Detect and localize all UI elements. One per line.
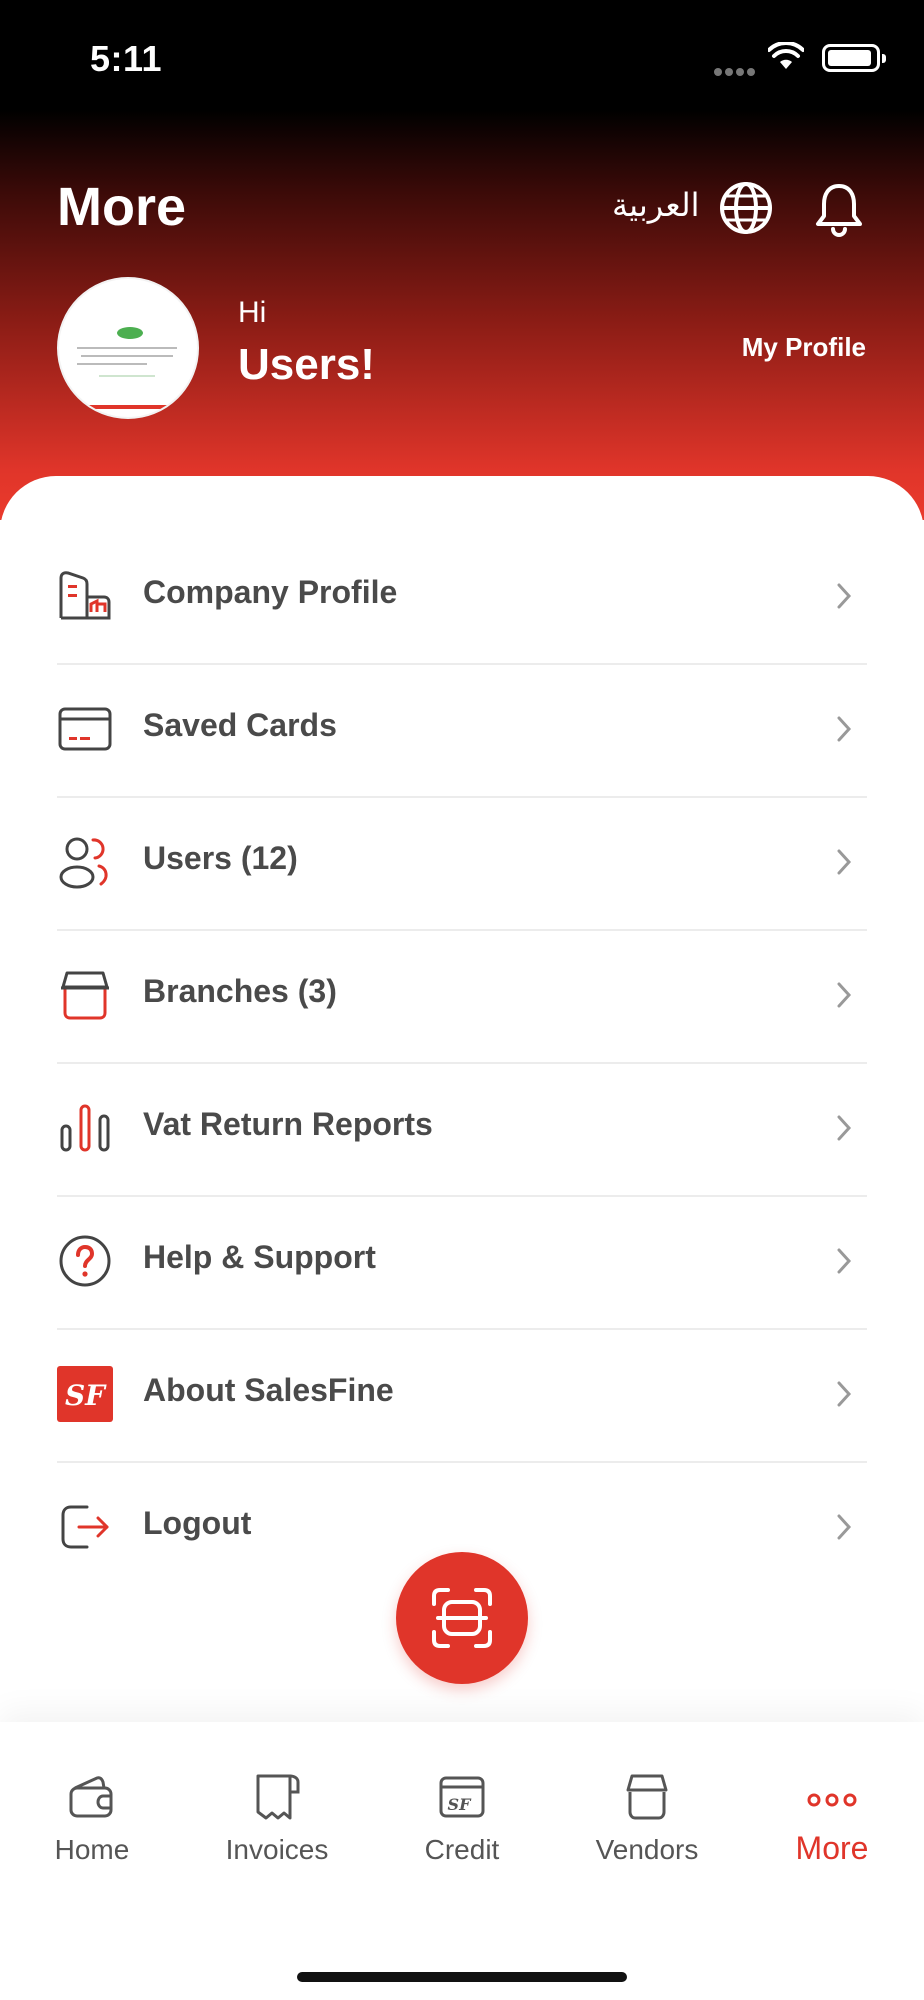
salesfine-logo-icon: SF — [57, 1366, 113, 1422]
chevron-right-icon — [837, 1248, 852, 1274]
card-icon — [58, 707, 112, 751]
logout-icon — [61, 1505, 109, 1549]
tab-label: Home — [54, 1834, 130, 1865]
my-profile-link[interactable]: My Profile — [700, 332, 866, 363]
menu-item-label: Vat Return Reports — [143, 1106, 433, 1142]
greeting-text: Hi — [238, 296, 267, 329]
receipt-icon — [256, 1774, 300, 1820]
menu-item-users[interactable]: Users (12) — [57, 798, 867, 931]
menu-item-label: Logout — [143, 1505, 252, 1541]
page-title: More — [57, 177, 187, 237]
menu-item-label: Branches (3) — [143, 973, 337, 1009]
user-name: Users! — [238, 340, 375, 389]
menu-item-label: Company Profile — [143, 574, 398, 610]
battery-icon — [822, 44, 886, 72]
chevron-right-icon — [837, 583, 852, 609]
tab-more[interactable]: More — [740, 1722, 924, 1882]
bar-chart-icon — [60, 1104, 110, 1152]
notification-bell-icon[interactable] — [812, 180, 866, 238]
tab-invoices[interactable]: Invoices — [185, 1722, 369, 1882]
menu-item-label: Saved Cards — [143, 707, 337, 743]
menu-item-saved-cards[interactable]: Saved Cards — [57, 665, 867, 798]
scan-button[interactable] — [396, 1552, 528, 1684]
signal-icon — [714, 63, 760, 76]
chevron-right-icon — [837, 849, 852, 875]
status-time: 5:11 — [90, 38, 163, 79]
users-icon — [59, 837, 108, 889]
status-bar: 5:11 — [0, 0, 924, 120]
menu-item-help-support[interactable]: Help & Support — [57, 1197, 867, 1330]
bottom-tab-bar: Home Invoices SF Credit Vendors More — [0, 1722, 924, 2000]
chevron-right-icon — [837, 982, 852, 1008]
tab-label: Invoices — [225, 1834, 329, 1865]
menu-item-label: Help & Support — [143, 1239, 376, 1275]
chevron-right-icon — [837, 1514, 852, 1540]
help-icon — [59, 1235, 111, 1287]
chevron-right-icon — [837, 716, 852, 742]
tab-label: Credit — [424, 1834, 500, 1865]
language-toggle-label[interactable]: العربية — [612, 186, 699, 224]
menu-item-vat-return-reports[interactable]: Vat Return Reports — [57, 1064, 867, 1197]
wallet-icon — [69, 1776, 113, 1818]
tab-label: More — [795, 1830, 869, 1866]
vendor-icon — [626, 1774, 668, 1820]
wifi-icon — [768, 42, 804, 69]
tab-credit[interactable]: SF Credit — [370, 1722, 554, 1882]
menu-item-label: About SalesFine — [143, 1372, 394, 1408]
scan-icon — [432, 1588, 492, 1648]
menu-item-label: Users (12) — [143, 840, 298, 876]
more-dots-icon — [807, 1793, 857, 1807]
svg-text:SF: SF — [448, 1795, 473, 1814]
tab-home[interactable]: Home — [0, 1722, 184, 1882]
chevron-right-icon — [837, 1115, 852, 1141]
menu-item-branches[interactable]: Branches (3) — [57, 931, 867, 1064]
menu-item-company-profile[interactable]: Company Profile — [57, 532, 867, 665]
tab-label: Vendors — [595, 1834, 699, 1865]
credit-icon: SF — [439, 1776, 485, 1818]
svg-text:SF: SF — [65, 1379, 107, 1412]
chevron-right-icon — [837, 1381, 852, 1407]
menu-item-about-salesfine[interactable]: SF About SalesFine — [57, 1330, 867, 1463]
avatar[interactable] — [57, 277, 199, 419]
globe-icon[interactable] — [718, 180, 774, 236]
company-icon — [59, 571, 111, 620]
store-icon — [61, 971, 109, 1020]
home-indicator — [297, 1972, 627, 1982]
tab-vendors[interactable]: Vendors — [555, 1722, 739, 1882]
